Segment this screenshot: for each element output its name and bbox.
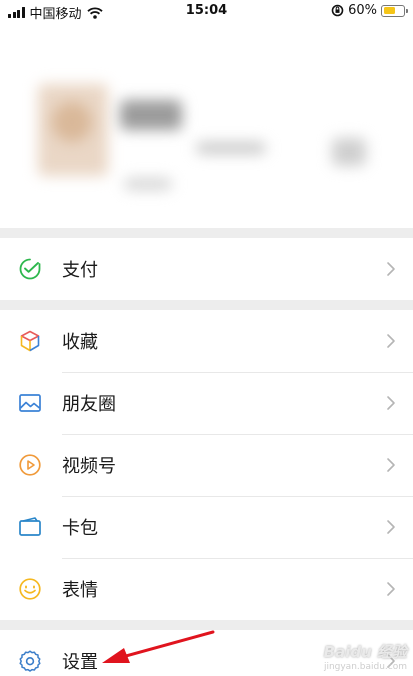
menu-item-label: 收藏	[62, 332, 98, 353]
play-circle-icon	[17, 452, 43, 478]
menu-item-stickers[interactable]: 表情	[0, 558, 413, 620]
chevron-right-icon	[387, 582, 395, 596]
smiley-icon	[17, 576, 43, 602]
chevron-right-icon	[387, 520, 395, 534]
rotation-lock-icon	[331, 4, 344, 17]
battery-icon	[381, 4, 408, 17]
menu-item-label: 视频号	[62, 456, 116, 477]
menu-item-label: 朋友圈	[62, 394, 116, 415]
menu-item-cards[interactable]: 卡包	[0, 496, 413, 558]
profile-card[interactable]	[0, 22, 413, 228]
watermark-url: jingyan.baidu.com	[323, 662, 407, 672]
card-holder-icon	[17, 514, 43, 540]
watermark-brand: Baidu 经验	[323, 643, 407, 661]
menu-group-main: 收藏 朋友圈 视频号 卡包 表情	[0, 310, 413, 620]
menu-item-label: 设置	[62, 652, 98, 673]
menu-item-label: 卡包	[62, 518, 98, 539]
menu-item-label: 支付	[62, 260, 98, 281]
qr-code-icon[interactable]	[332, 138, 366, 166]
wallet-check-icon	[17, 256, 43, 282]
menu-item-label: 表情	[62, 580, 98, 601]
gear-icon	[17, 648, 43, 674]
cube-icon	[17, 328, 43, 354]
profile-id-blurred	[196, 142, 266, 154]
chevron-right-icon	[387, 262, 395, 276]
watermark: Baidu 经验 jingyan.baidu.com	[324, 641, 407, 672]
status-right: 60%	[331, 3, 408, 18]
chevron-right-icon	[387, 458, 395, 472]
menu-item-channels[interactable]: 视频号	[0, 434, 413, 496]
menu-group-pay: 支付	[0, 238, 413, 300]
battery-percent: 60%	[348, 3, 377, 18]
profile-name-blurred	[120, 100, 182, 130]
profile-status-blurred	[124, 178, 172, 190]
menu-item-moments[interactable]: 朋友圈	[0, 372, 413, 434]
avatar-detail	[52, 102, 92, 142]
chevron-right-icon	[387, 396, 395, 410]
menu-item-pay[interactable]: 支付	[0, 238, 413, 300]
image-icon	[17, 390, 43, 416]
chevron-right-icon	[387, 334, 395, 348]
menu-item-favorites[interactable]: 收藏	[0, 310, 413, 372]
status-bar: 中国移动 15:04 60%	[0, 0, 413, 22]
